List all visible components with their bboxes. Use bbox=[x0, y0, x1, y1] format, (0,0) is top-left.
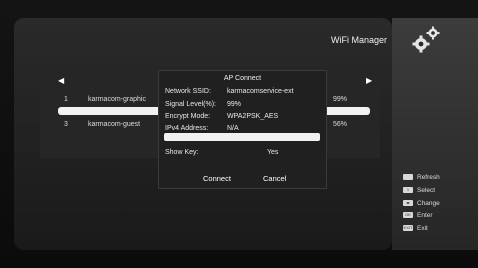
show-key-value[interactable]: Yes bbox=[267, 149, 278, 156]
legend-label: Enter bbox=[417, 212, 433, 219]
list-item-signal: 99% bbox=[333, 96, 348, 103]
list-item-index: 1 bbox=[64, 96, 68, 103]
legend-label: Select bbox=[417, 187, 436, 194]
encrypt-mode-label: Encrypt Mode: bbox=[165, 113, 211, 120]
cancel-button[interactable]: Cancel bbox=[263, 174, 286, 183]
ipv4-address-value: N/A bbox=[227, 125, 239, 132]
red-button-icon bbox=[403, 174, 413, 181]
network-ssid-label: Network SSID: bbox=[165, 88, 211, 95]
signal-level-label: Signal Level(%): bbox=[165, 101, 216, 108]
legend-select[interactable]: 1 Select bbox=[403, 187, 435, 194]
list-item-index: 3 bbox=[64, 121, 68, 128]
gear-icon bbox=[412, 26, 440, 53]
left-right-key-icon: ◂▸ bbox=[403, 200, 413, 207]
page-title: WiFi Manager bbox=[331, 35, 388, 45]
tv-screen: WiFi Manager ◀ ▶ 1 karmacom-graphic 99% … bbox=[0, 0, 478, 268]
dialog-title: AP Connect bbox=[223, 75, 262, 82]
show-key-label: Show Key: bbox=[165, 149, 199, 156]
password-key-field[interactable] bbox=[164, 133, 320, 141]
list-item-ssid[interactable]: karmacom-graphic bbox=[88, 96, 146, 103]
ap-connect-dialog: AP Connect Network SSID: karmacomservice… bbox=[158, 70, 327, 189]
ipv4-address-label: IPv4 Address: bbox=[165, 125, 209, 132]
legend-refresh[interactable]: Refresh bbox=[403, 174, 440, 181]
network-ssid-value: karmacomservice-ext bbox=[227, 88, 294, 95]
legend-enter[interactable]: OK Enter bbox=[403, 212, 433, 219]
legend-change[interactable]: ◂▸ Change bbox=[403, 200, 440, 207]
legend-label: Refresh bbox=[417, 174, 440, 181]
list-item-signal: 56% bbox=[333, 121, 348, 128]
select-key-icon: 1 bbox=[403, 187, 413, 194]
signal-level-value: 99% bbox=[227, 101, 242, 108]
page-left-arrow-icon[interactable]: ◀ bbox=[58, 76, 64, 85]
legend-exit[interactable]: EXIT Exit bbox=[403, 225, 428, 232]
encrypt-mode-value: WPA2PSK_AES bbox=[227, 113, 279, 120]
page-right-arrow-icon[interactable]: ▶ bbox=[366, 76, 372, 85]
legend-label: Exit bbox=[417, 225, 428, 232]
connect-button[interactable]: Connect bbox=[203, 174, 231, 183]
exit-key-icon: EXIT bbox=[403, 225, 413, 232]
legend-label: Change bbox=[417, 200, 440, 207]
ok-key-icon: OK bbox=[403, 212, 413, 219]
list-item-ssid[interactable]: karmacom-guest bbox=[88, 121, 140, 128]
